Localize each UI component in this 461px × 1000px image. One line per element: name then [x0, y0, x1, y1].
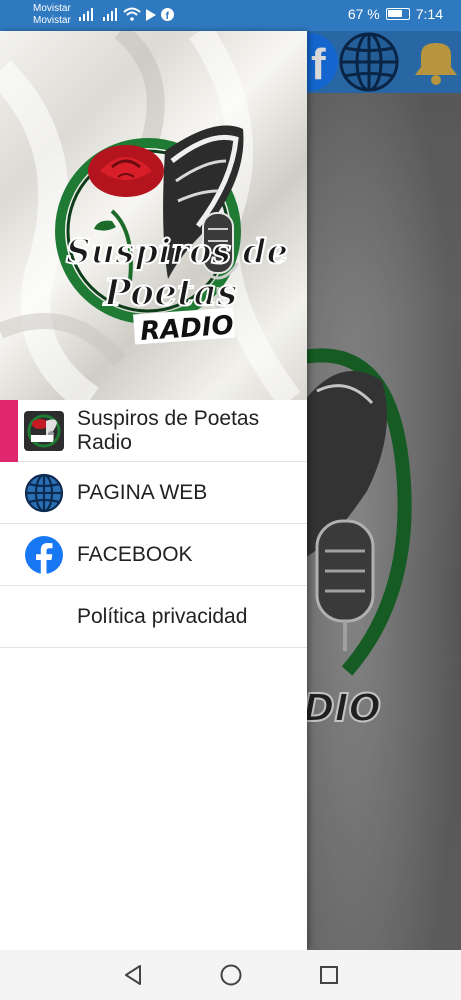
signal-icon [79, 8, 93, 21]
carrier-1: Movistar [33, 3, 71, 14]
back-icon[interactable] [115, 957, 151, 993]
station-logo: Suspiros de Poetas RADIO [0, 31, 301, 400]
logo-line-1: Suspiros de [66, 232, 288, 272]
status-bar: Movistar Movistar f 67 % 7:14 [0, 0, 461, 31]
recents-icon[interactable] [311, 957, 347, 993]
facebook-icon [24, 535, 64, 575]
menu-item-pagina-web[interactable]: PAGINA WEB [0, 462, 307, 524]
navigation-drawer: Suspiros de Poetas RADIO Suspiros de Poe… [0, 31, 307, 950]
scrim[interactable] [307, 31, 461, 950]
clock: 7:14 [415, 6, 443, 22]
menu-item-label: Política privacidad [77, 604, 248, 628]
selected-indicator [0, 400, 18, 462]
wifi-icon [123, 7, 141, 21]
home-icon[interactable] [213, 957, 249, 993]
menu-item-privacy[interactable]: Política privacidad [0, 586, 307, 648]
menu-item-label: Suspiros de Poetas Radio [77, 406, 260, 454]
play-icon [146, 9, 156, 21]
menu-item-station[interactable]: Suspiros de Poetas Radio [0, 400, 307, 462]
menu-item-label: FACEBOOK [77, 542, 193, 566]
facebook-notification-icon: f [161, 8, 174, 21]
carrier-2: Movistar [33, 15, 71, 26]
battery-icon [385, 8, 410, 20]
station-logo-icon [24, 410, 64, 451]
signal-icon-2 [103, 8, 117, 21]
battery-percent: 67 % [347, 6, 380, 22]
drawer-header: Suspiros de Poetas RADIO [0, 31, 307, 400]
logo-line-3: RADIO [139, 311, 234, 347]
status-right: 67 % 7:14 [348, 6, 443, 22]
background-app: f DIO [307, 31, 461, 950]
drawer-menu: Suspiros de Poetas Radio PAGINA WEB FACE… [0, 400, 307, 648]
globe-icon [24, 473, 64, 513]
logo-line-2: Poetas [103, 272, 237, 314]
carrier-names: Movistar Movistar [33, 3, 71, 27]
system-nav-bar [0, 950, 461, 1000]
menu-item-facebook[interactable]: FACEBOOK [0, 524, 307, 586]
menu-item-label: PAGINA WEB [77, 480, 208, 504]
